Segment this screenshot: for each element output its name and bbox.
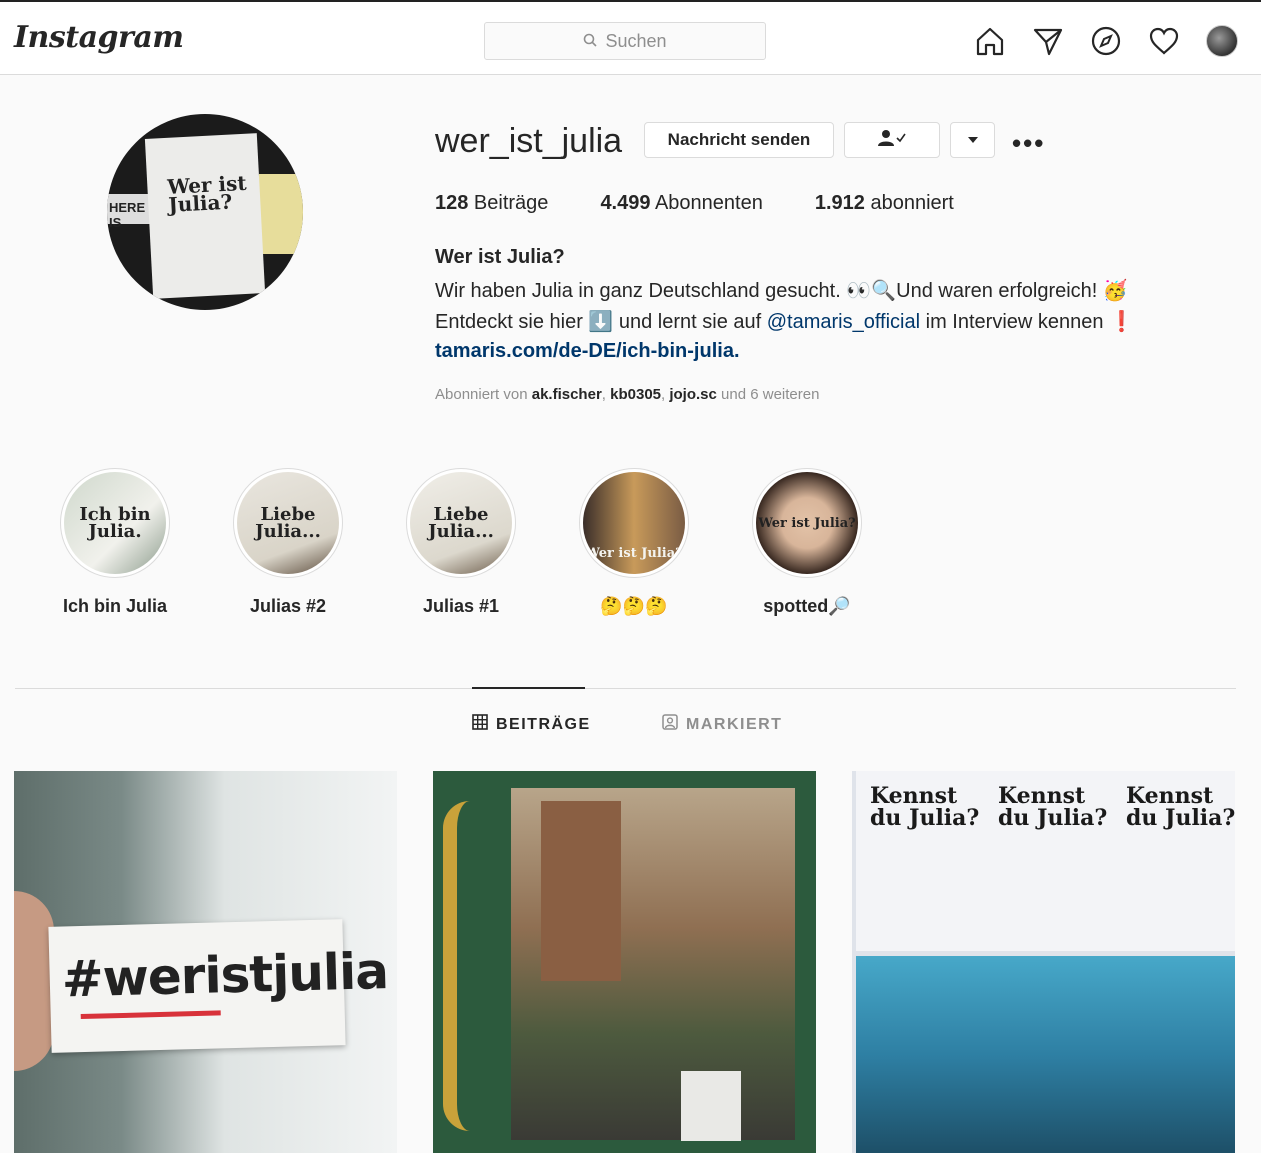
followers-stat[interactable]: 4.499 Abonnenten <box>600 192 762 215</box>
highlight-cover: Wer ist Julia? <box>756 472 858 574</box>
grid-icon <box>472 714 488 735</box>
profile-pic-poster: Wer ist Julia? <box>144 133 266 299</box>
tabs-divider <box>15 688 1236 689</box>
post-3-poster: Kennst du Julia? <box>984 771 1112 951</box>
profile-username: wer_ist_julia <box>435 122 623 160</box>
highlight-cover: Liebe Julia... <box>410 472 512 574</box>
avatar <box>1206 25 1238 57</box>
bio-website-link[interactable]: tamaris.com/de-DE/ich-bin-julia. <box>435 340 740 363</box>
post-2-snake-mural <box>443 801 497 1131</box>
story-highlights: Ich bin Julia. Ich bin Julia Liebe Julia… <box>60 468 862 617</box>
post-1-person <box>14 891 54 1071</box>
highlight-label: Julias #1 <box>422 596 500 616</box>
tab-posts-label: BEITRÄGE <box>496 715 591 733</box>
highlight-ich-bin-julia[interactable]: Ich bin Julia. Ich bin Julia <box>60 468 170 617</box>
posts-count-stat: 128 Beiträge <box>435 192 548 215</box>
post-3-poster: Kennst du Julia? <box>1112 771 1235 951</box>
highlight-cover: Wer ist Julia? <box>583 472 685 574</box>
followed-by-prefix: Abonniert von <box>435 386 532 403</box>
post-3-concert-poster <box>984 956 1112 1153</box>
post-thumbnail-3[interactable]: Kennst du Julia? Kennst du Julia? Kennst… <box>852 771 1235 1153</box>
bio-line-2-text: Entdeckt sie hier ⬇️ und lernt sie auf <box>435 311 767 333</box>
highlight-label: spotted🔎 <box>763 596 851 616</box>
highlight-thinking[interactable]: Wer ist Julia? 🤔🤔🤔 <box>579 468 689 617</box>
person-check-icon <box>877 129 907 152</box>
explore-icon[interactable] <box>1089 24 1123 58</box>
post-3-poster-text: Kennst du Julia? <box>998 783 1108 831</box>
bio-name: Wer ist Julia? <box>435 246 565 268</box>
more-options-icon[interactable]: ••• <box>1012 128 1045 159</box>
highlight-ring: Ich bin Julia. <box>60 468 170 578</box>
highlight-julias-2[interactable]: Liebe Julia... Julias #2 <box>233 468 343 617</box>
followed-by: Abonniert von ak.fischer, kb0305, jojo.s… <box>435 386 819 403</box>
highlight-ring: Liebe Julia... <box>406 468 516 578</box>
tab-tagged[interactable]: MARKIERT <box>662 714 782 735</box>
followers-label: Abonnenten <box>650 192 763 214</box>
highlight-julias-1[interactable]: Liebe Julia... Julias #1 <box>406 468 516 617</box>
highlight-ring: Liebe Julia... <box>233 468 343 578</box>
suggestions-dropdown-button[interactable] <box>950 122 995 158</box>
following-button[interactable] <box>844 122 940 158</box>
highlight-cover: Ich bin Julia. <box>64 472 166 574</box>
highlight-label: Ich bin Julia <box>62 596 168 616</box>
post-thumbnail-2[interactable] <box>433 771 816 1153</box>
post-2-church-tower <box>541 801 621 981</box>
active-tab-indicator <box>472 687 585 689</box>
posts-count: 128 <box>435 192 469 214</box>
follower-link-2[interactable]: kb0305 <box>610 386 661 403</box>
post-thumbnail-1[interactable]: #weristjulia <box>14 771 397 1153</box>
profile-picture[interactable]: HERE IS Wer ist Julia? <box>107 114 303 310</box>
tab-posts[interactable]: BEITRÄGE <box>472 714 591 735</box>
instagram-logo[interactable]: Instagram <box>14 20 184 55</box>
post-3-concert-poster <box>856 956 984 1153</box>
search-placeholder: Suchen <box>605 30 667 51</box>
follower-link-3[interactable]: jojo.sc <box>669 386 717 403</box>
direct-message-icon[interactable] <box>1031 24 1065 58</box>
bio-line-2-end: im Interview kennen ❗ <box>920 311 1134 333</box>
nav-icons <box>973 24 1239 58</box>
profile-stats: 128 Beiträge 4.499 Abonnenten 1.912 abon… <box>435 192 954 215</box>
post-1-underline <box>80 1010 221 1020</box>
post-1-sign: #weristjulia <box>48 919 389 1053</box>
send-message-button[interactable]: Nachricht senden <box>644 122 834 158</box>
highlight-cover: Liebe Julia... <box>237 472 339 574</box>
search-icon <box>583 31 598 52</box>
following-label: abonniert <box>864 192 954 214</box>
highlight-label: 🤔🤔🤔 <box>600 596 668 616</box>
separator: , <box>601 386 611 403</box>
post-3-poster: Kennst du Julia? <box>856 771 984 951</box>
post-3-poster-text: Kennst du Julia? <box>1126 783 1235 831</box>
search-input[interactable]: Suchen <box>484 22 766 60</box>
followers-count: 4.499 <box>600 192 651 214</box>
top-navigation-bar: Instagram Suchen <box>0 0 1261 75</box>
following-count: 1.912 <box>814 192 865 214</box>
follower-link-1[interactable]: ak.fischer <box>532 386 602 403</box>
highlight-spotted[interactable]: Wer ist Julia? spotted🔎 <box>752 468 862 617</box>
post-2-utility-box <box>681 1071 741 1141</box>
highlight-label: Julias #2 <box>249 596 327 616</box>
highlight-ring: Wer ist Julia? <box>752 468 862 578</box>
heart-icon[interactable] <box>1147 24 1181 58</box>
highlight-ring: Wer ist Julia? <box>579 468 689 578</box>
followed-by-suffix[interactable]: und 6 weiteren <box>717 386 819 403</box>
profile-pic-text: Wer ist Julia? <box>166 170 248 217</box>
tab-tagged-label: MARKIERT <box>686 715 783 733</box>
bio-line-1: Wir haben Julia in ganz Deutschland gesu… <box>435 280 1128 302</box>
home-icon[interactable] <box>973 24 1007 58</box>
post-3-poster-text: Kennst du Julia? <box>870 783 980 831</box>
bio-mention-link[interactable]: @tamaris_official <box>767 311 920 333</box>
tagged-person-icon <box>662 714 678 735</box>
profile-pic-background <box>259 174 303 254</box>
bio-line-2: Entdeckt sie hier ⬇️ und lernt sie auf @… <box>435 309 1134 334</box>
profile-avatar-small[interactable] <box>1205 24 1239 58</box>
following-stat[interactable]: 1.912 abonniert <box>815 192 954 215</box>
caret-down-icon <box>967 133 979 147</box>
post-3-concert-poster <box>1112 956 1235 1153</box>
posts-label: Beiträge <box>468 192 549 214</box>
post-1-sign-text: #weristjulia <box>61 942 389 1009</box>
